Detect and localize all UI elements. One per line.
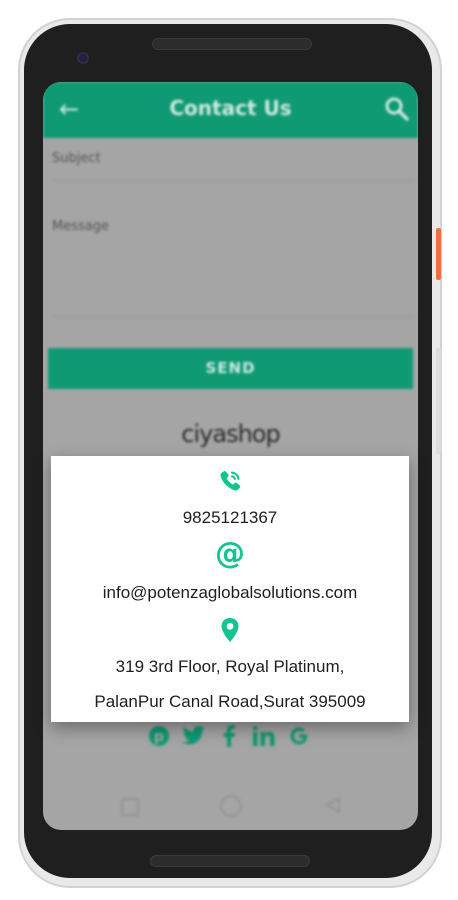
linkedin-icon[interactable] (251, 723, 277, 749)
send-button[interactable]: SEND (48, 348, 413, 389)
search-icon[interactable] (384, 96, 410, 122)
subject-field[interactable] (52, 180, 414, 181)
phone-number[interactable]: 9825121367 (51, 508, 409, 528)
volume-button (436, 348, 441, 454)
power-button (436, 228, 441, 280)
message-field[interactable] (52, 316, 414, 317)
bottom-speaker (150, 855, 310, 867)
page-title: Contact Us (169, 96, 292, 120)
facebook-icon[interactable] (216, 723, 242, 749)
earpiece (152, 38, 312, 50)
address-line-2: PalanPur Canal Road,Surat 395009 (94, 692, 366, 711)
at-icon: @ (215, 536, 245, 571)
phone-icon[interactable] (217, 468, 243, 494)
brand-logo: ciyashop (181, 420, 280, 448)
contact-info-dialog: 9825121367 @ info@potenzaglobalsolutions… (51, 456, 409, 722)
system-navbar (43, 782, 418, 830)
at-icon-wrap: @ (51, 539, 409, 569)
recents-icon[interactable] (121, 798, 139, 816)
map-pin-icon (221, 618, 239, 642)
front-camera (77, 52, 89, 64)
app-header: ← Contact Us (43, 82, 418, 138)
message-label: Message (52, 219, 109, 234)
subject-label: Subject (52, 151, 101, 166)
map-pin-icon-wrap (51, 617, 409, 643)
back-triangle-icon[interactable] (323, 795, 343, 815)
home-icon[interactable] (220, 795, 242, 817)
google-icon[interactable] (286, 723, 312, 749)
email-address[interactable]: info@potenzaglobalsolutions.com (51, 583, 409, 603)
social-links: p (146, 723, 312, 749)
address-line-1: 319 3rd Floor, Royal Platinum, (115, 657, 345, 676)
twitter-icon[interactable] (181, 723, 207, 749)
phone-icon-wrap (51, 468, 409, 494)
svg-text:p: p (154, 729, 164, 745)
pinterest-icon[interactable]: p (146, 723, 172, 749)
